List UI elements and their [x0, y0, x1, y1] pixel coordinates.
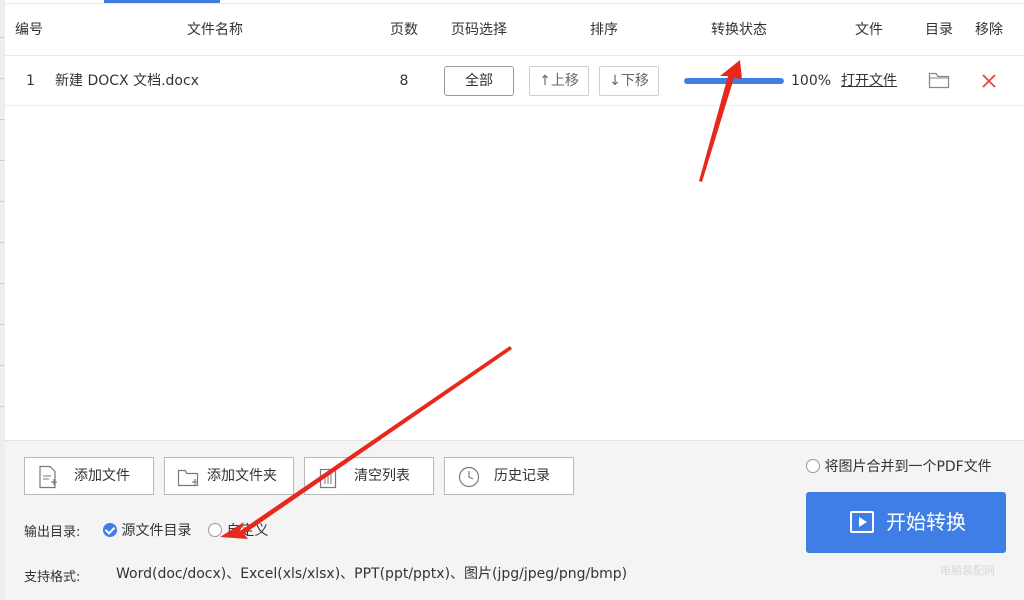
row-pages: 8	[399, 73, 409, 89]
add-file-button[interactable]: 添加文件	[24, 457, 154, 495]
output-dir-label: 输出目录:	[24, 525, 81, 540]
radio-unchecked-icon	[208, 523, 222, 537]
merge-images-radio	[806, 459, 820, 473]
start-convert-button[interactable]: 开始转换	[806, 492, 1006, 553]
history-button[interactable]: 历史记录	[444, 457, 574, 495]
add-folder-button[interactable]: 添加文件夹	[164, 457, 294, 495]
progress-fill	[684, 78, 784, 84]
add-folder-label: 添加文件夹	[207, 468, 277, 484]
open-file-link[interactable]: 打开文件	[841, 56, 897, 106]
page-select-button[interactable]: 全部	[444, 66, 514, 96]
header-filename: 文件名称	[187, 22, 243, 38]
merge-images-option[interactable]: 将图片合并到一个PDF文件	[806, 456, 992, 476]
radio-source-dir[interactable]: 源文件目录	[103, 520, 191, 540]
radio-checked-icon	[103, 523, 117, 537]
header-pages: 页数	[390, 22, 418, 38]
add-file-label: 添加文件	[74, 468, 130, 484]
header-remove: 移除	[975, 22, 1003, 38]
supported-formats-label: 支持格式:	[24, 570, 81, 585]
bottom-panel: 添加文件 添加文件夹 清空列表 历史记录 输出目录: 源文件目录 自定义 支持格…	[5, 440, 1024, 600]
move-up-button[interactable]: ↑上移	[529, 66, 589, 96]
radio-source-dir-label: 源文件目录	[121, 523, 192, 539]
header-page-select: 页码选择	[451, 22, 507, 38]
clear-list-label: 清空列表	[354, 468, 410, 484]
header-index: 编号	[15, 22, 43, 38]
merge-images-label: 将图片合并到一个PDF文件	[824, 459, 992, 475]
radio-custom-dir-label: 自定义	[226, 523, 269, 539]
close-icon[interactable]	[981, 73, 997, 89]
row-filename: 新建 DOCX 文档.docx	[55, 73, 199, 89]
table-header: 编号 文件名称 页数 页码选择 排序 转换状态 文件 目录 移除	[5, 4, 1024, 56]
header-file: 文件	[855, 22, 883, 38]
watermark: 电脑装配网	[940, 564, 995, 577]
header-sort: 排序	[590, 22, 618, 38]
move-down-button[interactable]: ↓下移	[599, 66, 659, 96]
header-status: 转换状态	[711, 22, 767, 38]
supported-formats-value: Word(doc/docx)、Excel(xls/xlsx)、PPT(ppt/p…	[116, 566, 628, 582]
header-dir: 目录	[925, 22, 953, 38]
play-icon	[850, 511, 874, 533]
clear-list-button[interactable]: 清空列表	[304, 457, 434, 495]
radio-custom-dir[interactable]: 自定义	[208, 520, 268, 540]
folder-icon[interactable]	[928, 70, 950, 92]
history-label: 历史记录	[494, 468, 550, 484]
row-index: 1	[26, 73, 35, 89]
table-row: 1 新建 DOCX 文档.docx 8 全部 ↑上移 ↓下移 100% 打开文件	[5, 56, 1024, 106]
conversion-progress-bar	[684, 78, 784, 84]
start-convert-label: 开始转换	[886, 510, 966, 534]
progress-percent: 100%	[791, 73, 832, 89]
